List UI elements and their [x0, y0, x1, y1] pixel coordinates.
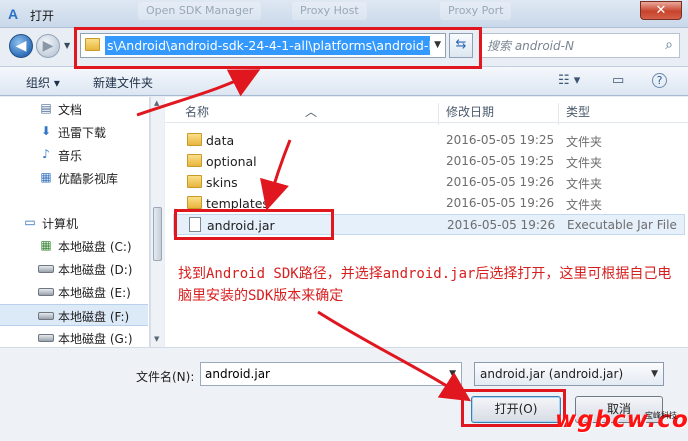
- view-options-icon[interactable]: ☷ ▾: [558, 73, 580, 88]
- search-box[interactable]: ⌕: [480, 33, 680, 58]
- instruction-annotation: 找到Android SDK路径，并选择android.jar后选择打开，这里可根…: [178, 266, 672, 304]
- open-highlight-box: [461, 389, 566, 427]
- file-type: 文件夹: [566, 135, 603, 149]
- video-icon: ▦: [40, 170, 52, 184]
- new-folder-button[interactable]: 新建文件夹: [93, 74, 153, 91]
- sidebar-item-label: 优酷影视库: [58, 172, 119, 186]
- file-date: 2016-05-05 19:25: [446, 154, 555, 168]
- column-divider[interactable]: [438, 103, 439, 125]
- sidebar-item-xunlei-downloads[interactable]: ⬇ 迅雷下载: [0, 121, 148, 143]
- sidebar-item-computer[interactable]: ▭ 计算机: [0, 212, 132, 234]
- address-highlight-box: [74, 27, 482, 69]
- sidebar-item-label: 本地磁盘 (G:): [58, 332, 133, 346]
- sidebar-item-music[interactable]: ♪ 音乐: [0, 144, 148, 166]
- filename-dropdown-icon[interactable]: ▼: [449, 369, 456, 379]
- close-button[interactable]: ✕: [640, 1, 682, 20]
- command-toolbar: 组织 ▾ 新建文件夹 ☷ ▾ ▭ ?: [0, 66, 688, 96]
- filename-input[interactable]: [205, 366, 435, 382]
- file-date: 2016-05-05 19:26: [447, 218, 556, 232]
- sidebar-item-youku-library[interactable]: ▦ 优酷影视库: [0, 167, 148, 189]
- file-name: optional: [206, 154, 257, 169]
- drive-icon: [38, 265, 54, 273]
- file-name: data: [206, 133, 235, 148]
- file-date: 2016-05-05 19:26: [446, 196, 555, 210]
- music-icon: ♪: [42, 147, 50, 161]
- column-divider[interactable]: [558, 103, 559, 125]
- drive-icon: [38, 312, 54, 320]
- background-tab-proxy-port: Proxy Port: [440, 2, 512, 20]
- filename-label: 文件名(N):: [136, 370, 195, 384]
- file-type: 文件夹: [566, 198, 603, 212]
- sidebar-item-drive-c[interactable]: ▦ 本地磁盘 (C:): [0, 235, 148, 257]
- navigation-pane: ▤ 文档 ⬇ 迅雷下载 ♪ 音乐 ▦ 优酷影视库 ▭ 计算机 ▦ 本地磁盘 (C…: [0, 97, 150, 347]
- sidebar-item-label: 迅雷下载: [58, 126, 107, 140]
- column-header-row: 名称 ︿ 修改日期 类型: [165, 97, 688, 125]
- column-header-name[interactable]: 名称: [185, 103, 209, 120]
- background-tab-proxy-host: Proxy Host: [292, 2, 367, 20]
- forward-button[interactable]: ▶: [36, 34, 60, 58]
- file-row-data[interactable]: data 2016-05-05 19:25 文件夹: [173, 130, 685, 151]
- back-arrow-icon: ◀: [15, 38, 27, 54]
- file-row-skins[interactable]: skins 2016-05-05 19:26 文件夹: [173, 172, 685, 193]
- sidebar-item-label: 本地磁盘 (D:): [58, 263, 133, 277]
- windows-drive-icon: ▦: [40, 238, 52, 252]
- file-type: 文件夹: [566, 156, 603, 170]
- sidebar-item-label: 文档: [58, 103, 83, 117]
- jar-highlight-box: [174, 209, 334, 240]
- filetype-value: android.jar (android.jar): [480, 367, 624, 381]
- scroll-down-icon[interactable]: ▼: [154, 335, 159, 343]
- organize-button[interactable]: 组织 ▾: [26, 74, 60, 91]
- sidebar-item-documents[interactable]: ▤ 文档: [0, 98, 148, 120]
- search-icon[interactable]: ⌕: [665, 37, 673, 53]
- sidebar-item-drive-g[interactable]: 本地磁盘 (G:): [0, 327, 148, 347]
- document-icon: ▤: [40, 101, 52, 115]
- close-icon: ✕: [655, 3, 667, 18]
- search-input[interactable]: [487, 37, 647, 55]
- folder-icon: [187, 196, 202, 209]
- folder-icon: [187, 154, 202, 167]
- history-dropdown-icon[interactable]: ▼: [64, 41, 74, 51]
- sidebar-item-label: 计算机: [42, 217, 79, 231]
- file-type: 文件夹: [566, 177, 603, 191]
- sidebar-item-drive-f[interactable]: 本地磁盘 (F:): [0, 304, 148, 326]
- filetype-dropdown-icon[interactable]: ▼: [651, 369, 658, 379]
- sidebar-item-label: 本地磁盘 (C:): [58, 240, 132, 254]
- sort-ascending-icon: ︿: [305, 105, 318, 119]
- forward-arrow-icon: ▶: [42, 38, 54, 54]
- file-type: Executable Jar File: [567, 218, 677, 232]
- scroll-up-icon[interactable]: ▲: [154, 99, 159, 107]
- file-name: skins: [206, 175, 238, 190]
- column-header-date[interactable]: 修改日期: [446, 103, 494, 120]
- file-date: 2016-05-05 19:25: [446, 133, 555, 147]
- watermark-brand: 宝峰科技: [645, 411, 677, 420]
- title-bar: A 打开 Open SDK Manager Proxy Host Proxy P…: [0, 0, 688, 28]
- file-row-optional[interactable]: optional 2016-05-05 19:25 文件夹: [173, 151, 685, 172]
- help-icon[interactable]: ?: [652, 73, 667, 88]
- folder-icon: [187, 133, 202, 146]
- computer-icon: ▭: [24, 215, 36, 229]
- background-tab-open-sdk-manager: Open SDK Manager: [138, 2, 262, 20]
- sidebar-scrollbar[interactable]: ▲ ▼: [150, 97, 164, 347]
- preview-pane-icon[interactable]: ▭: [612, 73, 624, 88]
- sidebar-item-label: 本地磁盘 (E:): [58, 286, 131, 300]
- app-icon: A: [8, 6, 19, 22]
- file-date: 2016-05-05 19:26: [446, 175, 555, 189]
- filename-combobox[interactable]: ▼: [200, 362, 462, 386]
- folder-icon: [187, 175, 202, 188]
- back-button[interactable]: ◀: [9, 34, 33, 58]
- download-icon: ⬇: [40, 124, 52, 138]
- drive-icon: [38, 288, 54, 296]
- scrollbar-thumb[interactable]: [153, 207, 162, 261]
- drive-icon: [38, 334, 54, 342]
- sidebar-item-drive-d[interactable]: 本地磁盘 (D:): [0, 258, 148, 280]
- column-header-type[interactable]: 类型: [566, 103, 590, 120]
- sidebar-item-label: 本地磁盘 (F:): [58, 310, 130, 324]
- window-title: 打开: [30, 9, 55, 23]
- sidebar-item-drive-e[interactable]: 本地磁盘 (E:): [0, 281, 148, 303]
- filetype-select[interactable]: android.jar (android.jar) ▼: [474, 362, 664, 386]
- sidebar-item-label: 音乐: [58, 149, 83, 163]
